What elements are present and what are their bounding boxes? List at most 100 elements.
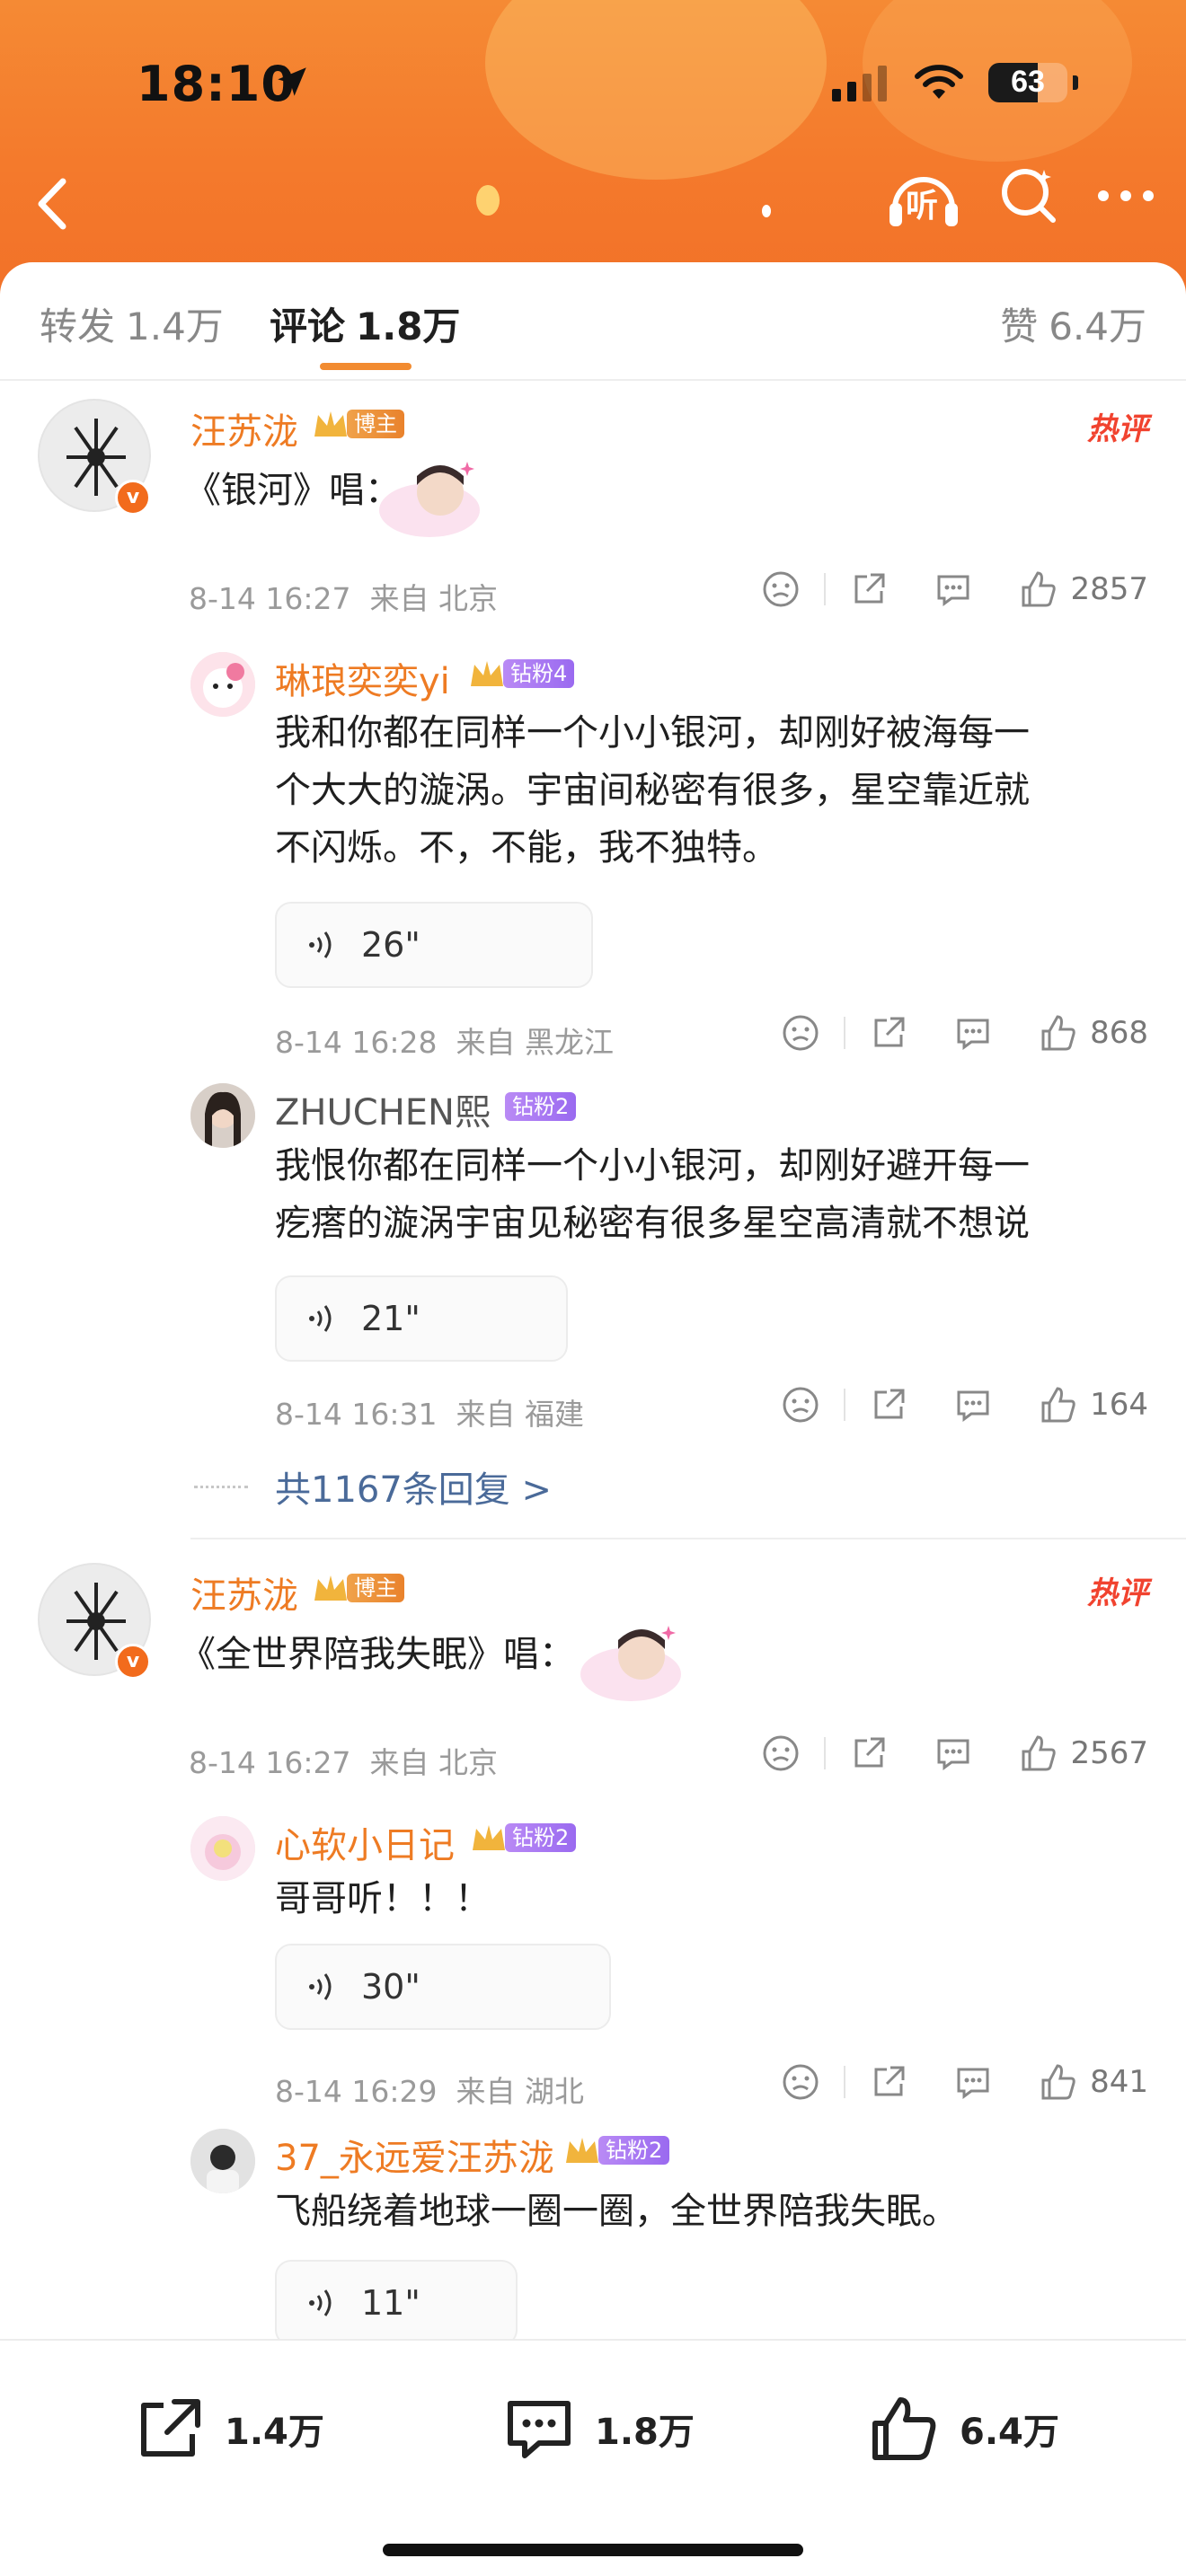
like-count: 841 (1090, 2064, 1148, 2100)
like-button[interactable]: 6.4万 (868, 2395, 1059, 2463)
comment-location: 来自 北京 (369, 581, 498, 616)
like-button[interactable]: 841 (1038, 2062, 1148, 2102)
search-icon[interactable] (997, 164, 1060, 227)
badge-label: 钻粉4 (503, 659, 575, 688)
verified-badge-icon: v (115, 1644, 151, 1680)
like-count: 2567 (1070, 1735, 1148, 1771)
reply-icon[interactable] (953, 2062, 993, 2102)
share-icon[interactable] (869, 1385, 908, 1425)
role-badge: 博主 (311, 1572, 404, 1604)
tab-count: 6.4万 (1049, 304, 1146, 348)
voice-duration: 11" (361, 2283, 420, 2323)
fan-badge: 钻粉2 (505, 1090, 577, 1123)
avatar[interactable] (190, 1083, 255, 1148)
voice-message[interactable]: 11" (275, 2260, 518, 2346)
dislike-face-icon[interactable] (781, 2062, 820, 2102)
badge-label: 博主 (347, 410, 404, 438)
more-icon[interactable] (1096, 187, 1155, 205)
avatar[interactable] (190, 652, 255, 717)
status-indicators: 63 (832, 63, 1078, 102)
reply-icon[interactable] (953, 1013, 993, 1053)
battery-level: 63 (1011, 65, 1045, 99)
tab-comments[interactable]: 评论 1.8万 (270, 296, 460, 351)
share-icon[interactable] (869, 2062, 908, 2102)
reply-icon[interactable] (934, 1734, 973, 1773)
like-button[interactable]: 868 (1038, 1013, 1148, 1053)
like-count: 164 (1090, 1387, 1148, 1423)
reply-meta: 8-14 16:28 来自 黑龙江 (275, 1019, 614, 1062)
reply-location: 来自 福建 (456, 1397, 584, 1432)
view-more-replies-link[interactable]: 共1167条回复 > (275, 1460, 552, 1513)
thumbs-up-icon (1022, 571, 1057, 607)
comment-time: 8-14 16:27 (189, 581, 351, 616)
voice-duration: 30" (361, 1967, 420, 2007)
like-count: 868 (1090, 1015, 1148, 1051)
divider (190, 1538, 1186, 1539)
tab-label: 赞 (1000, 304, 1039, 348)
listen-button[interactable]: 听 (886, 162, 961, 230)
like-button[interactable]: 2567 (1018, 1734, 1148, 1773)
comment-icon (508, 2401, 571, 2458)
reply-line: 疙瘩的漩涡宇宙见秘密有很多星空高清就不想说 (275, 1203, 1030, 1244)
voice-duration: 26" (361, 925, 420, 965)
username[interactable]: 汪苏泷 (190, 402, 298, 454)
share-icon[interactable] (849, 569, 889, 609)
signal-icon (832, 66, 887, 101)
dislike-face-icon[interactable] (781, 1013, 820, 1053)
repost-button[interactable]: 1.4万 (133, 2395, 324, 2463)
reply-meta: 8-14 16:29 来自 湖北 (275, 2068, 584, 2111)
avatar[interactable] (190, 2129, 255, 2193)
battery-icon: 63 (988, 63, 1067, 102)
username[interactable]: ZHUCHEN熙 (275, 1083, 491, 1135)
avatar[interactable] (190, 1816, 255, 1881)
thumbs-up-icon (872, 2397, 936, 2460)
crown-icon (314, 1575, 347, 1601)
voice-message[interactable]: 30" (275, 1944, 611, 2030)
username[interactable]: 37_永远爱汪苏泷 (275, 2129, 554, 2181)
reply-icon[interactable] (953, 1385, 993, 1425)
comment-location: 来自 北京 (369, 1745, 498, 1780)
back-icon[interactable] (27, 172, 81, 235)
thumbs-up-icon (1041, 1015, 1075, 1051)
reply-line: 个大大的漩涡。宇宙间秘密有很多，星空靠近就 (275, 770, 1030, 811)
username[interactable]: 心软小日记 (275, 1816, 455, 1868)
comment-count: 1.8万 (595, 2412, 695, 2453)
share-icon[interactable] (849, 1734, 889, 1773)
comment-text: 《银河》唱： (185, 470, 401, 511)
like-button[interactable]: 164 (1038, 1385, 1148, 1425)
tab-likes[interactable]: 赞 6.4万 (1000, 296, 1146, 351)
comment-time: 8-14 16:27 (189, 1745, 351, 1780)
username[interactable]: 琳琅奕奕yi (275, 652, 450, 704)
dislike-face-icon[interactable] (781, 1385, 820, 1425)
wifi-icon (915, 65, 963, 99)
reply-line: 我和你都在同样一个小小银河，却刚好被海每一 (275, 712, 1030, 754)
reply-line: 哥哥听！！！ (275, 1878, 491, 1919)
reply-icon[interactable] (934, 569, 973, 609)
sound-wave-icon (309, 2289, 332, 2316)
reply-text: 我和你都在同样一个小小银河，却刚好被海每一 个大大的漩涡。宇宙间秘密有很多，星空… (275, 704, 1030, 877)
dislike-face-icon[interactable] (761, 1734, 801, 1773)
thumbs-up-icon (1041, 1387, 1075, 1423)
crown-icon (314, 411, 347, 437)
voice-message[interactable]: 26" (275, 902, 593, 988)
thumbs-up-icon (1022, 1735, 1057, 1771)
tab-repost[interactable]: 转发 1.4万 (40, 296, 224, 351)
voice-message[interactable]: 21" (275, 1275, 568, 1362)
comment-actions: 2857 (761, 569, 1148, 609)
dotted-leader (194, 1486, 248, 1488)
username[interactable]: 汪苏泷 (190, 1566, 298, 1619)
home-indicator (383, 2544, 803, 2556)
bottom-action-bar: 1.4万 1.8万 6.4万 (0, 2339, 1186, 2576)
reply-line: 飞船绕着地球一圈一圈，全世界陪我失眠。 (275, 2191, 958, 2232)
like-button[interactable]: 2857 (1018, 569, 1148, 609)
reply-time: 8-14 16:29 (275, 2074, 438, 2109)
share-icon[interactable] (869, 1013, 908, 1053)
comment-text: 《全世界陪我失眠》唱： (180, 1634, 575, 1675)
reply-line: 不闪烁。不，不能，我不独特。 (275, 827, 778, 869)
reply-time: 8-14 16:28 (275, 1025, 438, 1060)
voice-duration: 21" (361, 1299, 420, 1338)
tab-label: 转发 (40, 304, 116, 348)
like-count: 6.4万 (960, 2412, 1059, 2453)
comment-button[interactable]: 1.8万 (503, 2395, 695, 2463)
dislike-face-icon[interactable] (761, 569, 801, 609)
